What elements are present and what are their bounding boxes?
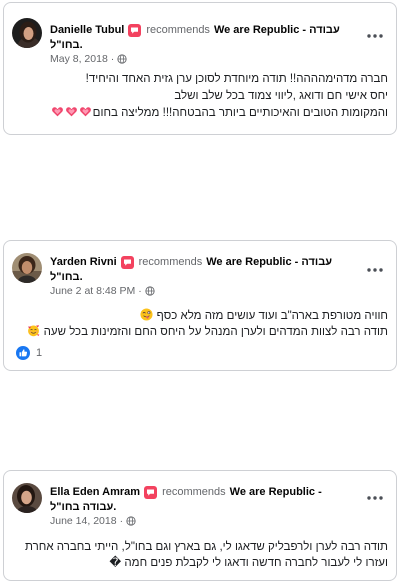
author-name-link[interactable]: Danielle Tubul	[50, 23, 124, 38]
more-options-button[interactable]	[367, 493, 383, 503]
beating-heart-emoji	[51, 105, 64, 118]
emoji-group	[50, 107, 92, 119]
post-text: חברה מדהימהההה!! תודה מיוחדת לסוכן ערן ג…	[12, 71, 388, 122]
reactions-summary[interactable]: 1	[16, 346, 42, 360]
author-name-link[interactable]: Ella Eden Amram	[50, 485, 140, 500]
page-name-link-continued[interactable]: בחו"ל.	[50, 271, 83, 283]
meta-separator: ·	[110, 53, 115, 65]
header-line: Ella Eden Amram recommends We are Republ…	[50, 485, 352, 500]
post-meta: June 2 at 8:48 PM ·	[50, 284, 352, 298]
post-meta: June 14, 2018 ·	[50, 514, 352, 528]
post-text-content: חוויה מטורפת בארה"ב ועוד עושים מזה מלא כ…	[156, 310, 388, 322]
post-date-link[interactable]: June 2 at 8:48 PM	[50, 284, 135, 298]
page-name-link[interactable]: We are Republic - עבודה	[206, 255, 332, 270]
emoji-group	[26, 324, 40, 338]
post-text-line: חברה מדהימהההה!! תודה מיוחדת לסוכן ערן ג…	[12, 71, 388, 88]
author-name-link[interactable]: Yarden Rivni	[50, 255, 117, 270]
recommend-icon	[144, 486, 158, 499]
header-line-2: בחו"ל.	[50, 270, 352, 284]
post-text: תודה רבה לערן ולרפבליק שדאגו לי, גם בארץ…	[12, 539, 388, 571]
avatar-image	[12, 483, 42, 513]
recommends-label: recommends	[146, 24, 210, 36]
recommend-icon	[128, 24, 142, 37]
post-header: Yarden Rivni recommends We are Republic …	[50, 255, 352, 298]
avatar-image	[12, 18, 42, 48]
post-text-content: חברה מדהימהההה!! תודה מיוחדת לסוכן ערן ג…	[85, 73, 388, 85]
post-text-line: תודה רבה לערן ולרפבליק שדאגו לי, גם בארץ…	[12, 539, 388, 555]
post-date-link[interactable]: June 14, 2018	[50, 514, 117, 528]
post-date-link[interactable]: May 8, 2018	[50, 52, 108, 66]
post-meta: May 8, 2018 ·	[50, 52, 352, 66]
post-text-line: ועזרו לי לעבור לחברה חדשה ודאגו לי לקבלת…	[12, 555, 388, 571]
header-line: Danielle Tubul recommends We are Republi…	[50, 23, 352, 38]
recommend-icon	[120, 256, 134, 269]
recommends-label: recommends	[162, 486, 226, 498]
more-options-icon	[367, 496, 383, 500]
beating-heart-emoji	[65, 105, 78, 118]
winking-face-with-tongue-emoji	[140, 308, 153, 321]
page-name-link[interactable]: We are Republic -	[230, 485, 322, 500]
emoji-group	[139, 308, 153, 322]
avatar[interactable]	[12, 483, 42, 513]
recommendation-card: Danielle Tubul recommends We are Republi…	[3, 2, 397, 135]
header-line-2: עבודה בחו"ל.	[50, 500, 352, 514]
recommendation-card: Yarden Rivni recommends We are Republic …	[3, 240, 397, 371]
post-text-line: יחס אישי חם ודואג ,ליווי צמוד בכל שלב וש…	[12, 88, 388, 105]
globe-icon	[117, 54, 127, 64]
recommends-label: recommends	[138, 256, 203, 268]
meta-separator: ·	[138, 285, 142, 297]
globe-icon	[126, 516, 136, 526]
recommendation-card: Ella Eden Amram recommends We are Republ…	[3, 470, 397, 581]
header-line: Yarden Rivni recommends We are Republic …	[50, 255, 352, 270]
page-name-link-continued[interactable]: בחו"ל.	[50, 39, 83, 51]
more-options-button[interactable]	[367, 265, 383, 275]
more-options-button[interactable]	[367, 31, 383, 41]
globe-icon	[145, 286, 155, 296]
post-text-line: חוויה מטורפת בארה"ב ועוד עושים מזה מלא כ…	[12, 308, 388, 324]
more-options-icon	[367, 34, 383, 38]
beating-heart-emoji	[79, 105, 92, 118]
avatar[interactable]	[12, 253, 42, 283]
post-header: Danielle Tubul recommends We are Republi…	[50, 23, 352, 66]
smiling-face-with-hearts-emoji	[27, 324, 40, 337]
avatar[interactable]	[12, 18, 42, 48]
post-text-line: תודה רבה לצוות המדהים ולערן המנהל על היח…	[12, 324, 388, 340]
meta-separator: ·	[119, 515, 124, 527]
post-text: חוויה מטורפת בארה"ב ועוד עושים מזה מלא כ…	[12, 308, 388, 340]
post-text-line: והמקומות הטובים והאיכותיים ביותר בהבטחה!…	[12, 105, 388, 122]
header-line-2: בחו"ל.	[50, 38, 352, 52]
avatar-image	[12, 253, 42, 283]
post-text-content: והמקומות הטובים והאיכותיים ביותר בהבטחה!…	[92, 107, 388, 119]
more-options-icon	[367, 268, 383, 272]
post-text-content: תודה רבה לצוות המדהים ולערן המנהל על היח…	[43, 326, 388, 338]
post-header: Ella Eden Amram recommends We are Republ…	[50, 485, 352, 528]
reaction-count: 1	[36, 347, 43, 359]
post-text-content: ועזרו לי לעבור לחברה חדשה ודאגו לי לקבלת…	[109, 557, 388, 569]
post-text-content: יחס אישי חם ודואג ,ליווי צמוד בכל שלב וש…	[174, 90, 388, 102]
page-name-link[interactable]: We are Republic - עבודה	[214, 23, 340, 38]
page-name-link-continued[interactable]: עבודה בחו"ל.	[50, 501, 116, 513]
post-text-content: תודה רבה לערן ולרפבליק שדאגו לי, גם בארץ…	[25, 541, 388, 553]
like-icon	[16, 346, 30, 360]
